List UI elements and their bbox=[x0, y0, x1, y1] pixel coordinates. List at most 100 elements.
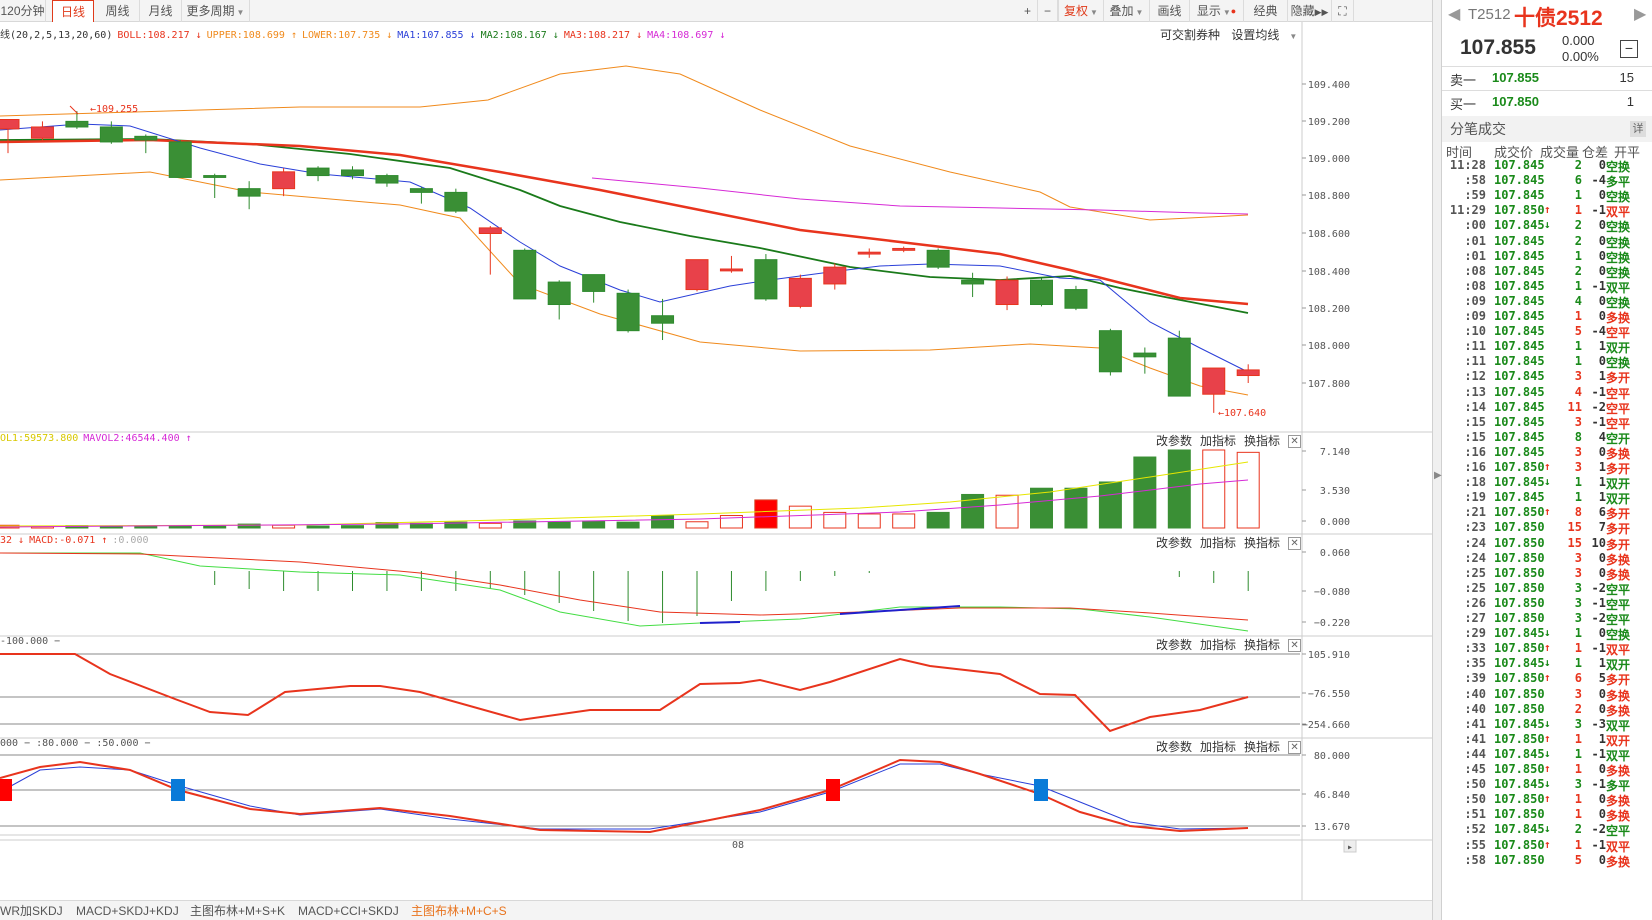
display-label: 显示 bbox=[1196, 4, 1221, 18]
trade-volume: 3 bbox=[1574, 550, 1582, 565]
period-weekly-button[interactable]: 周线 bbox=[96, 0, 140, 22]
trade-time: 11:29 bbox=[1449, 203, 1486, 218]
trade-position-change: 0 bbox=[1598, 762, 1606, 776]
detail-button[interactable]: 详 bbox=[1630, 121, 1646, 137]
trade-position-change: -3 bbox=[1591, 716, 1606, 731]
trade-volume: 2 bbox=[1574, 218, 1582, 233]
period-monthly-button[interactable]: 月线 bbox=[140, 0, 182, 22]
trade-price: 107.850 bbox=[1494, 686, 1545, 701]
quote-panel: ◀ T2512 十债2512 ▶ 107.855 0.000 0.00% − 卖… bbox=[1442, 0, 1652, 920]
candle-down bbox=[1064, 289, 1088, 309]
trade-price: 107.845 bbox=[1494, 384, 1545, 399]
trade-price: 107.845 bbox=[1494, 324, 1545, 339]
trade-volume: 3 bbox=[1574, 611, 1582, 625]
trade-volume: 2 bbox=[1574, 701, 1582, 716]
trade-position-change: 0 bbox=[1598, 550, 1606, 565]
low-price-label: ←107.640 bbox=[1218, 408, 1266, 419]
trade-volume: 5 bbox=[1574, 852, 1582, 867]
period-daily-button[interactable]: 日线 bbox=[52, 0, 94, 22]
display-dropdown[interactable]: 显示 ▼● bbox=[1190, 0, 1244, 22]
trade-row: :23 107.850 15 7 多开 bbox=[1442, 520, 1652, 536]
trade-price: 107.845 bbox=[1494, 399, 1545, 414]
classic-button[interactable]: 经典 bbox=[1244, 0, 1288, 22]
trade-volume: 6 bbox=[1574, 671, 1582, 686]
trade-position-change: 0 bbox=[1598, 354, 1606, 369]
trade-row: :15 107.845 3 -1 空平 bbox=[1442, 415, 1652, 431]
trade-volume: 1 bbox=[1574, 309, 1582, 323]
trade-time: :45 bbox=[1464, 762, 1486, 776]
volume-bar bbox=[1202, 449, 1226, 529]
fullscreen-button[interactable]: ⛶ bbox=[1332, 0, 1354, 22]
vol-tick-label: 0.000 bbox=[1320, 517, 1350, 528]
trade-position-change: 4 bbox=[1598, 429, 1606, 444]
trade-volume: 3 bbox=[1574, 580, 1582, 595]
trade-time: :08 bbox=[1464, 263, 1486, 278]
candle-down bbox=[341, 169, 364, 177]
candle-down bbox=[513, 249, 537, 300]
trade-row: :41 107.850 ↑ 1 1 双开 bbox=[1442, 731, 1652, 748]
trade-row: :08 107.845 2 0 空换 bbox=[1442, 263, 1652, 280]
trade-position-change: -1 bbox=[1591, 641, 1606, 656]
candle-down bbox=[65, 120, 89, 128]
kdj-buy-signal-marker bbox=[0, 779, 12, 801]
trade-volume: 2 bbox=[1574, 158, 1582, 172]
trades-columns: 时间 成交价 成交量 仓差 开平 bbox=[1442, 142, 1652, 160]
panel-splitter[interactable]: ▶ bbox=[1432, 0, 1442, 920]
candle-up bbox=[1236, 369, 1260, 377]
trade-time: :40 bbox=[1464, 686, 1486, 701]
volume-bar bbox=[1167, 449, 1191, 529]
trade-position-change: -1 bbox=[1591, 595, 1606, 610]
trade-position-change: 1 bbox=[1598, 731, 1606, 746]
candle-down bbox=[409, 188, 433, 193]
adjust-rights-dropdown[interactable]: 复权 ▼ bbox=[1058, 0, 1104, 22]
trade-time: :16 bbox=[1464, 460, 1486, 474]
trade-price: 107.845 bbox=[1494, 822, 1545, 837]
tab-wr-skdj[interactable]: WR加SKDJ bbox=[0, 901, 63, 920]
candle-down bbox=[1030, 279, 1053, 306]
tab-macd-skdj-kdj[interactable]: MACD+SKDJ+KDJ bbox=[76, 901, 179, 920]
kline-chart-area[interactable]: 109.400 109.200 109.000 108.800 108.600 108.4… bbox=[0, 22, 1432, 900]
overlay-dropdown[interactable]: 叠加 ▼ bbox=[1104, 0, 1150, 22]
zoom-in-button[interactable]: + bbox=[1018, 0, 1038, 22]
trade-row: :58 107.845 6 -4 多平 bbox=[1442, 173, 1652, 189]
tab-macd-cci-skdj[interactable]: MACD+CCI+SKDJ bbox=[298, 901, 399, 920]
candle-down bbox=[547, 281, 571, 306]
trade-time: :01 bbox=[1464, 248, 1486, 263]
tab-boll-m-c-s[interactable]: 主图布林+M+C+S bbox=[411, 901, 507, 920]
trade-volume: 3 bbox=[1574, 444, 1582, 459]
down-arrow-icon: ↓ bbox=[1544, 475, 1551, 489]
trade-volume: 2 bbox=[1574, 233, 1582, 248]
trade-time: :52 bbox=[1464, 822, 1486, 837]
period-120min-button[interactable]: 120分钟 bbox=[0, 0, 46, 22]
trade-position-change: 1 bbox=[1598, 369, 1606, 384]
trade-volume: 6 bbox=[1574, 173, 1582, 188]
kdj-d-line bbox=[0, 758, 1249, 834]
trade-price: 107.850 bbox=[1494, 837, 1545, 852]
trade-position-change: -4 bbox=[1591, 324, 1606, 339]
kdj-k-line bbox=[0, 763, 1249, 830]
hide-button[interactable]: 隐藏▶▶ bbox=[1288, 0, 1332, 22]
next-arrow-icon[interactable]: ▶ bbox=[1634, 4, 1646, 24]
trade-price: 107.850 bbox=[1494, 701, 1545, 716]
trade-time: :11 bbox=[1464, 339, 1486, 354]
down-arrow-icon: ↓ bbox=[1544, 746, 1551, 760]
trade-time: :11 bbox=[1464, 354, 1486, 369]
more-periods-dropdown[interactable]: 更多周期 ▼ bbox=[182, 0, 250, 22]
trade-position-change: 5 bbox=[1598, 671, 1606, 686]
trade-time: :55 bbox=[1464, 837, 1486, 852]
collapse-arrow-icon[interactable]: ▶ bbox=[1434, 470, 1442, 481]
trade-row: :16 107.845 3 0 多换 bbox=[1442, 444, 1652, 461]
tab-boll-m-s-k[interactable]: 主图布林+M+S+K bbox=[190, 901, 285, 920]
trade-volume: 3 bbox=[1574, 716, 1582, 731]
zoom-out-button[interactable]: − bbox=[1038, 0, 1058, 22]
collapse-button[interactable]: − bbox=[1620, 40, 1638, 58]
draw-line-button[interactable]: 画线 bbox=[1150, 0, 1190, 22]
down-arrow-icon: ↓ bbox=[1544, 218, 1551, 232]
kdj-tick-label: 13.670 bbox=[1314, 822, 1350, 833]
trade-position-change: 0 bbox=[1598, 565, 1606, 580]
trade-time: :58 bbox=[1464, 852, 1486, 867]
main-tick-label: 109.400 bbox=[1308, 80, 1350, 91]
trade-volume: 1 bbox=[1574, 731, 1582, 746]
volume-bar bbox=[1064, 487, 1088, 529]
prev-arrow-icon[interactable]: ◀ bbox=[1448, 4, 1460, 24]
